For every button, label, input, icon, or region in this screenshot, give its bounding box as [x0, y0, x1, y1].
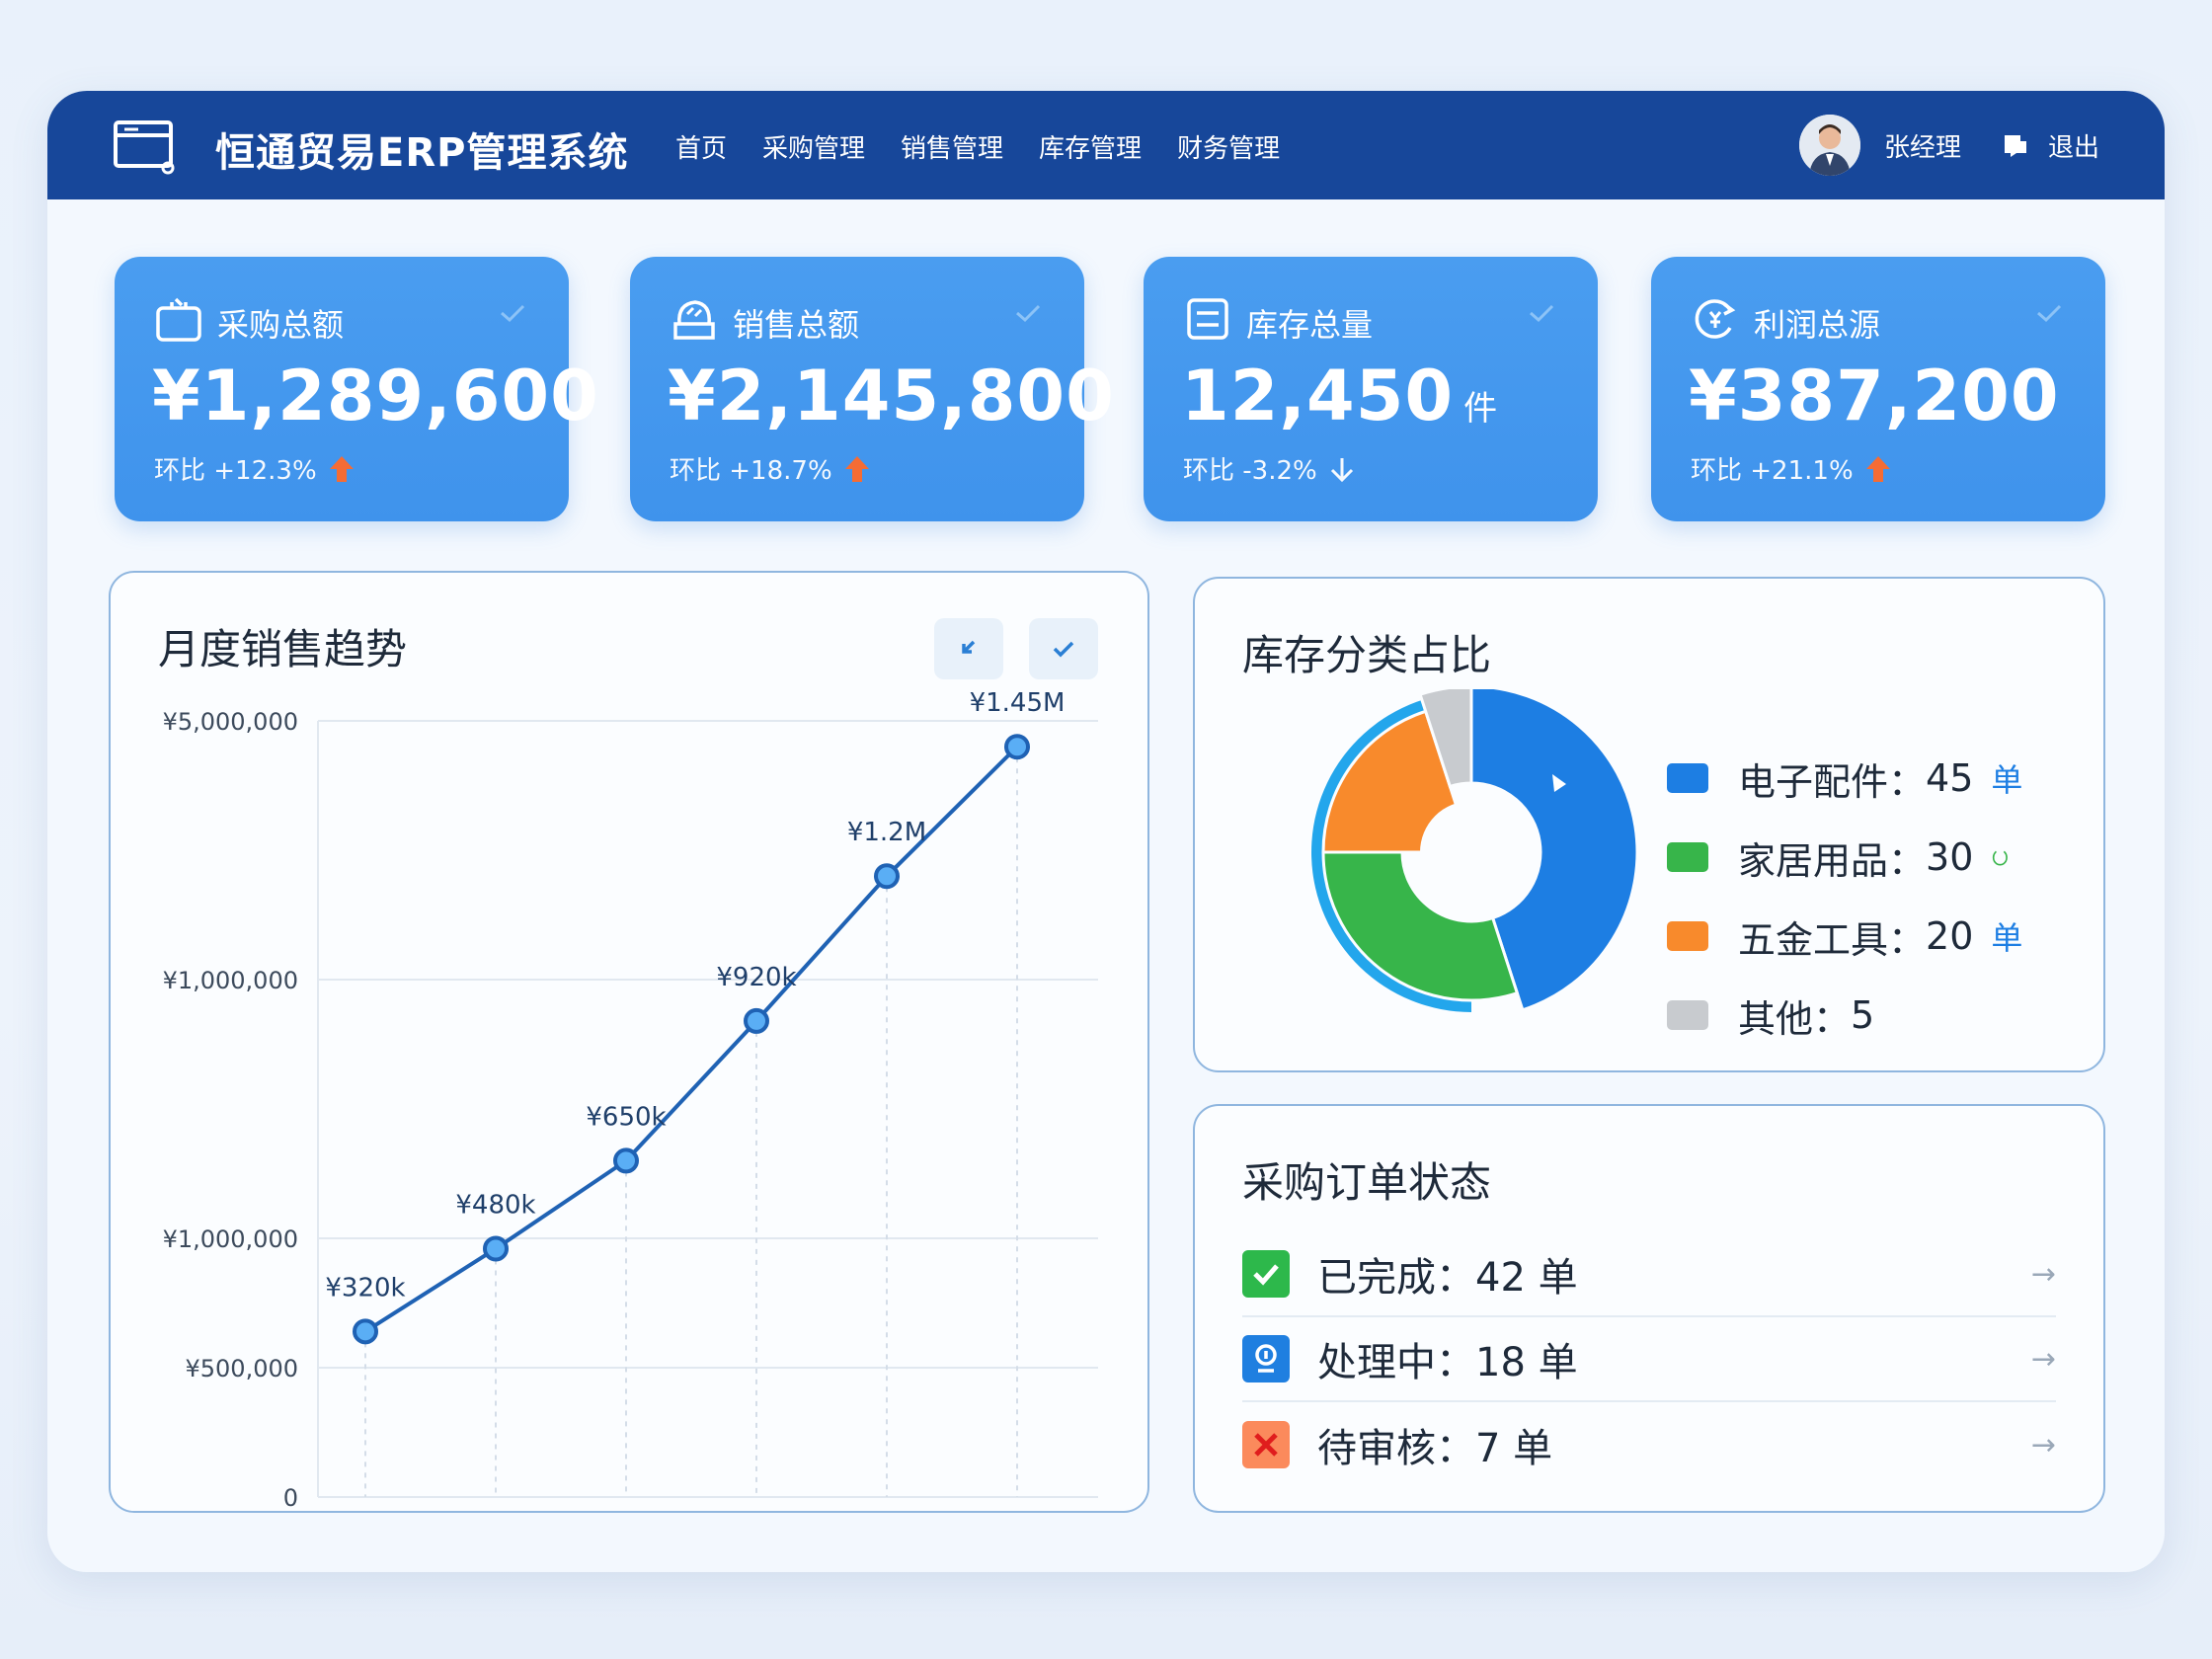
check-icon[interactable]	[1011, 296, 1045, 330]
y-tick-label: 0	[283, 1484, 298, 1512]
nav-sales[interactable]: 销售管理	[901, 128, 1003, 165]
check-icon[interactable]	[496, 296, 529, 330]
nav-inventory[interactable]: 库存管理	[1039, 128, 1142, 165]
order-status-card: 采购订单状态 已完成：42 单 → 处理中：18 单 → 待审核：7 单 →	[1193, 1104, 2105, 1513]
legend-swatch	[1667, 1000, 1708, 1030]
kpi-change: 环比 +12.3%	[154, 450, 356, 487]
kpi-change: 环比 +21.1%	[1691, 450, 1893, 487]
main-nav: 首页 采购管理 销售管理 库存管理 财务管理	[675, 128, 1280, 165]
kpi-card-profit[interactable]: 利润总源 ¥387,200 环比 +21.1%	[1651, 257, 2105, 521]
cross-box-icon	[1242, 1421, 1290, 1468]
arrow-up-icon	[1865, 455, 1890, 482]
monitor-logo-icon	[114, 120, 175, 175]
y-tick-label: ¥500,000	[185, 1355, 298, 1382]
card-title: 采购订单状态	[1242, 1158, 1492, 1207]
user-area: 张经理 退出	[1798, 115, 2099, 176]
kpi-value: ¥2,145,800	[668, 356, 1115, 436]
donut-hole	[1420, 801, 1523, 904]
data-label: ¥1.45M	[970, 688, 1066, 718]
kpi-label: 库存总量	[1246, 306, 1374, 344]
legend-item-home[interactable]: 家居用品： 30 ပ	[1667, 818, 2022, 897]
nav-home[interactable]: 首页	[675, 128, 727, 165]
data-point	[874, 863, 900, 890]
kpi-value: 12,450 件	[1181, 356, 1499, 436]
arrow-up-icon	[844, 455, 869, 482]
status-row-processing[interactable]: 处理中：18 单 →	[1242, 1317, 2056, 1402]
y-tick-label: ¥1,000,000	[163, 967, 298, 994]
inventory-share-card: 库存分类占比 电子配件： 45 单 家居用品： 30 ပ 五金工具： 20 单 其他：…	[1193, 577, 2105, 1072]
avatar[interactable]	[1798, 115, 1860, 176]
status-row-done[interactable]: 已完成：42 单 →	[1242, 1232, 2056, 1317]
data-label: ¥650k	[586, 1102, 666, 1132]
inventory-list-icon	[1187, 298, 1228, 340]
kpi-value: ¥387,200	[1689, 356, 2060, 436]
app-title: 恒通贸易ERP管理系统	[215, 130, 629, 176]
legend-item-electronics[interactable]: 电子配件： 45 单	[1667, 739, 2022, 818]
cart-box-icon	[156, 297, 201, 342]
logout-button[interactable]: 退出	[2048, 127, 2099, 164]
app-window: 恒通贸易ERP管理系统 首页 采购管理 销售管理 库存管理 财务管理 张经理 退…	[47, 91, 2165, 1572]
row-more-icon[interactable]: →	[2031, 1257, 2056, 1292]
check-icon[interactable]	[1525, 296, 1558, 330]
y-tick-label: ¥1,000,000	[163, 1225, 298, 1253]
kpi-card-purchase[interactable]: 采购总额 ¥1,289,600 环比 +12.3%	[115, 257, 598, 521]
y-tick-label: ¥5,000,000	[163, 708, 298, 736]
kpi-label: 利润总源	[1754, 306, 1881, 344]
sales-trend-card: 月度销售趋势 0 ¥500,000 ¥1,000,000 ¥1,000,000 ¥5,0…	[109, 571, 1149, 1513]
legend-swatch	[1667, 921, 1708, 951]
data-point	[1004, 734, 1030, 760]
card-title: 库存分类占比	[1242, 631, 1492, 679]
profit-cycle-icon	[1695, 299, 1736, 339]
data-point	[744, 1007, 769, 1034]
user-avatar-icon	[1798, 115, 1860, 176]
kpi-label: 销售总额	[733, 306, 860, 344]
kpi-card-sales[interactable]: 销售总额 ¥2,145,800 环比 +18.7%	[630, 257, 1114, 521]
top-bar: 恒通贸易ERP管理系统 首页 采购管理 销售管理 库存管理 财务管理 张经理 退…	[47, 91, 2165, 199]
legend-item-hardware[interactable]: 五金工具： 20 单	[1667, 897, 2022, 976]
data-label: ¥480k	[455, 1190, 535, 1220]
data-label: ¥320k	[325, 1273, 405, 1303]
data-point	[613, 1147, 639, 1174]
data-label: ¥1.2M	[847, 818, 926, 847]
data-point	[483, 1235, 509, 1262]
logout-icon[interactable]	[2001, 131, 2030, 159]
legend-swatch	[1667, 842, 1708, 872]
row-more-icon[interactable]: →	[2031, 1428, 2056, 1462]
nav-purchase[interactable]: 采购管理	[762, 128, 865, 165]
legend-item-other[interactable]: 其他： 5	[1667, 976, 2022, 1055]
legend: 电子配件： 45 单 家居用品： 30 ပ 五金工具： 20 单 其他： 5	[1667, 739, 2022, 1055]
sales-bag-icon	[673, 300, 715, 340]
kpi-label: 采购总额	[217, 306, 345, 344]
arrow-up-icon	[329, 455, 354, 482]
line-chart: 0¥500,000¥1,000,000¥1,000,000¥5,000,0001…	[163, 688, 1098, 1512]
processing-icon	[1242, 1335, 1290, 1382]
user-name[interactable]: 张经理	[1884, 127, 1961, 164]
status-row-pending[interactable]: 待审核：7 单 →	[1242, 1402, 2056, 1487]
legend-swatch	[1667, 763, 1708, 793]
arrow-down-icon	[1330, 457, 1353, 482]
kpi-card-inventory[interactable]: 库存总量 12,450 件 环比 -3.2%	[1144, 257, 1598, 521]
check-icon[interactable]	[2032, 296, 2066, 330]
kpi-value: ¥1,289,600	[152, 356, 599, 436]
row-more-icon[interactable]: →	[2031, 1342, 2056, 1377]
donut-chart	[1311, 689, 1639, 1012]
kpi-change: 环比 -3.2%	[1183, 450, 1357, 487]
check-box-icon	[1242, 1250, 1290, 1298]
nav-finance[interactable]: 财务管理	[1177, 128, 1280, 165]
data-label: ¥920k	[716, 963, 796, 992]
data-point	[353, 1318, 378, 1345]
kpi-change: 环比 +18.7%	[670, 450, 872, 487]
